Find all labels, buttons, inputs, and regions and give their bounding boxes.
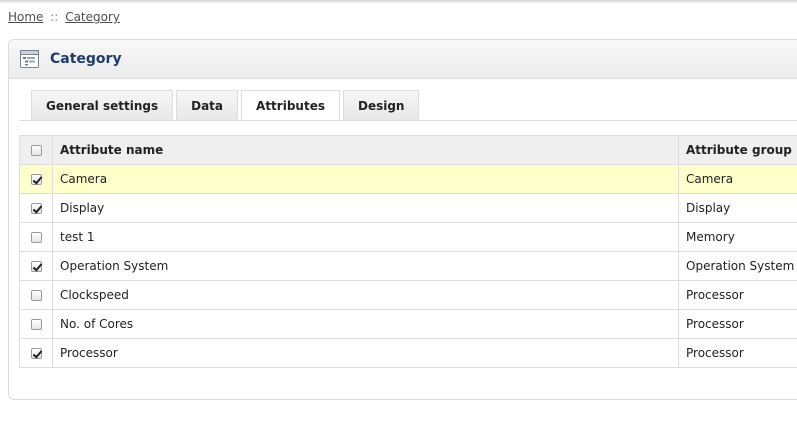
panel-heading: Category (9, 40, 797, 79)
row-checkbox-cell (19, 164, 53, 194)
row-checkbox-cell (19, 280, 53, 310)
tab-attributes[interactable]: Attributes (241, 90, 340, 121)
top-shade (0, 0, 797, 4)
row-checkbox-cell (19, 193, 53, 223)
table-header-row: Attribute name Attribute group (19, 135, 797, 165)
tab-bar: General settings Data Attributes Design (31, 90, 420, 121)
attribute-group-cell: Processor (678, 338, 797, 368)
attribute-name-cell: Clockspeed (52, 280, 679, 310)
category-panel: Category General settings Data Attribute… (8, 39, 797, 400)
attribute-name-cell: Operation System (52, 251, 679, 281)
attribute-name-cell: Display (52, 193, 679, 223)
row-checkbox-cell (19, 251, 53, 281)
attribute-name-cell: Camera (52, 164, 679, 194)
table-row[interactable]: Operation System Operation System (19, 251, 797, 281)
attribute-group-cell: Processor (678, 280, 797, 310)
attributes-table: Attribute name Attribute group Camera Cam… (19, 135, 797, 368)
table-row[interactable]: test 1 Memory (19, 222, 797, 252)
page-title: Category (50, 51, 122, 67)
column-header-attribute-group[interactable]: Attribute group (678, 135, 797, 165)
attribute-group-cell: Memory (678, 222, 797, 252)
table-row[interactable]: Camera Camera (19, 164, 797, 194)
attribute-name-cell: No. of Cores (52, 309, 679, 339)
tab-general-settings[interactable]: General settings (31, 90, 174, 120)
select-all-checkbox[interactable] (30, 145, 42, 156)
column-header-attribute-name[interactable]: Attribute name (52, 135, 679, 165)
row-checkbox[interactable] (30, 319, 42, 330)
row-checkbox-cell (19, 222, 53, 252)
breadcrumb: Home :: Category (8, 10, 120, 24)
breadcrumb-separator: :: (50, 10, 59, 24)
row-checkbox-cell (19, 309, 53, 339)
select-all-cell (19, 135, 53, 165)
row-checkbox[interactable] (30, 174, 42, 185)
row-checkbox[interactable] (30, 232, 42, 243)
tab-design[interactable]: Design (342, 90, 420, 120)
row-checkbox[interactable] (30, 261, 42, 272)
tab-divider (19, 120, 797, 121)
row-checkbox[interactable] (30, 348, 42, 359)
tab-data[interactable]: Data (176, 90, 239, 120)
attribute-group-cell: Display (678, 193, 797, 223)
row-checkbox[interactable] (30, 203, 42, 214)
breadcrumb-home-link[interactable]: Home (8, 10, 43, 24)
attribute-name-cell: test 1 (52, 222, 679, 252)
attribute-name-cell: Processor (52, 338, 679, 368)
row-checkbox[interactable] (30, 290, 42, 301)
table-row[interactable]: Display Display (19, 193, 797, 223)
table-row[interactable]: Clockspeed Processor (19, 280, 797, 310)
table-row[interactable]: No. of Cores Processor (19, 309, 797, 339)
attribute-group-cell: Camera (678, 164, 797, 194)
category-icon (20, 50, 39, 68)
row-checkbox-cell (19, 338, 53, 368)
attribute-group-cell: Processor (678, 309, 797, 339)
attribute-group-cell: Operation System (678, 251, 797, 281)
table-row[interactable]: Processor Processor (19, 338, 797, 368)
breadcrumb-current-link[interactable]: Category (65, 10, 120, 24)
